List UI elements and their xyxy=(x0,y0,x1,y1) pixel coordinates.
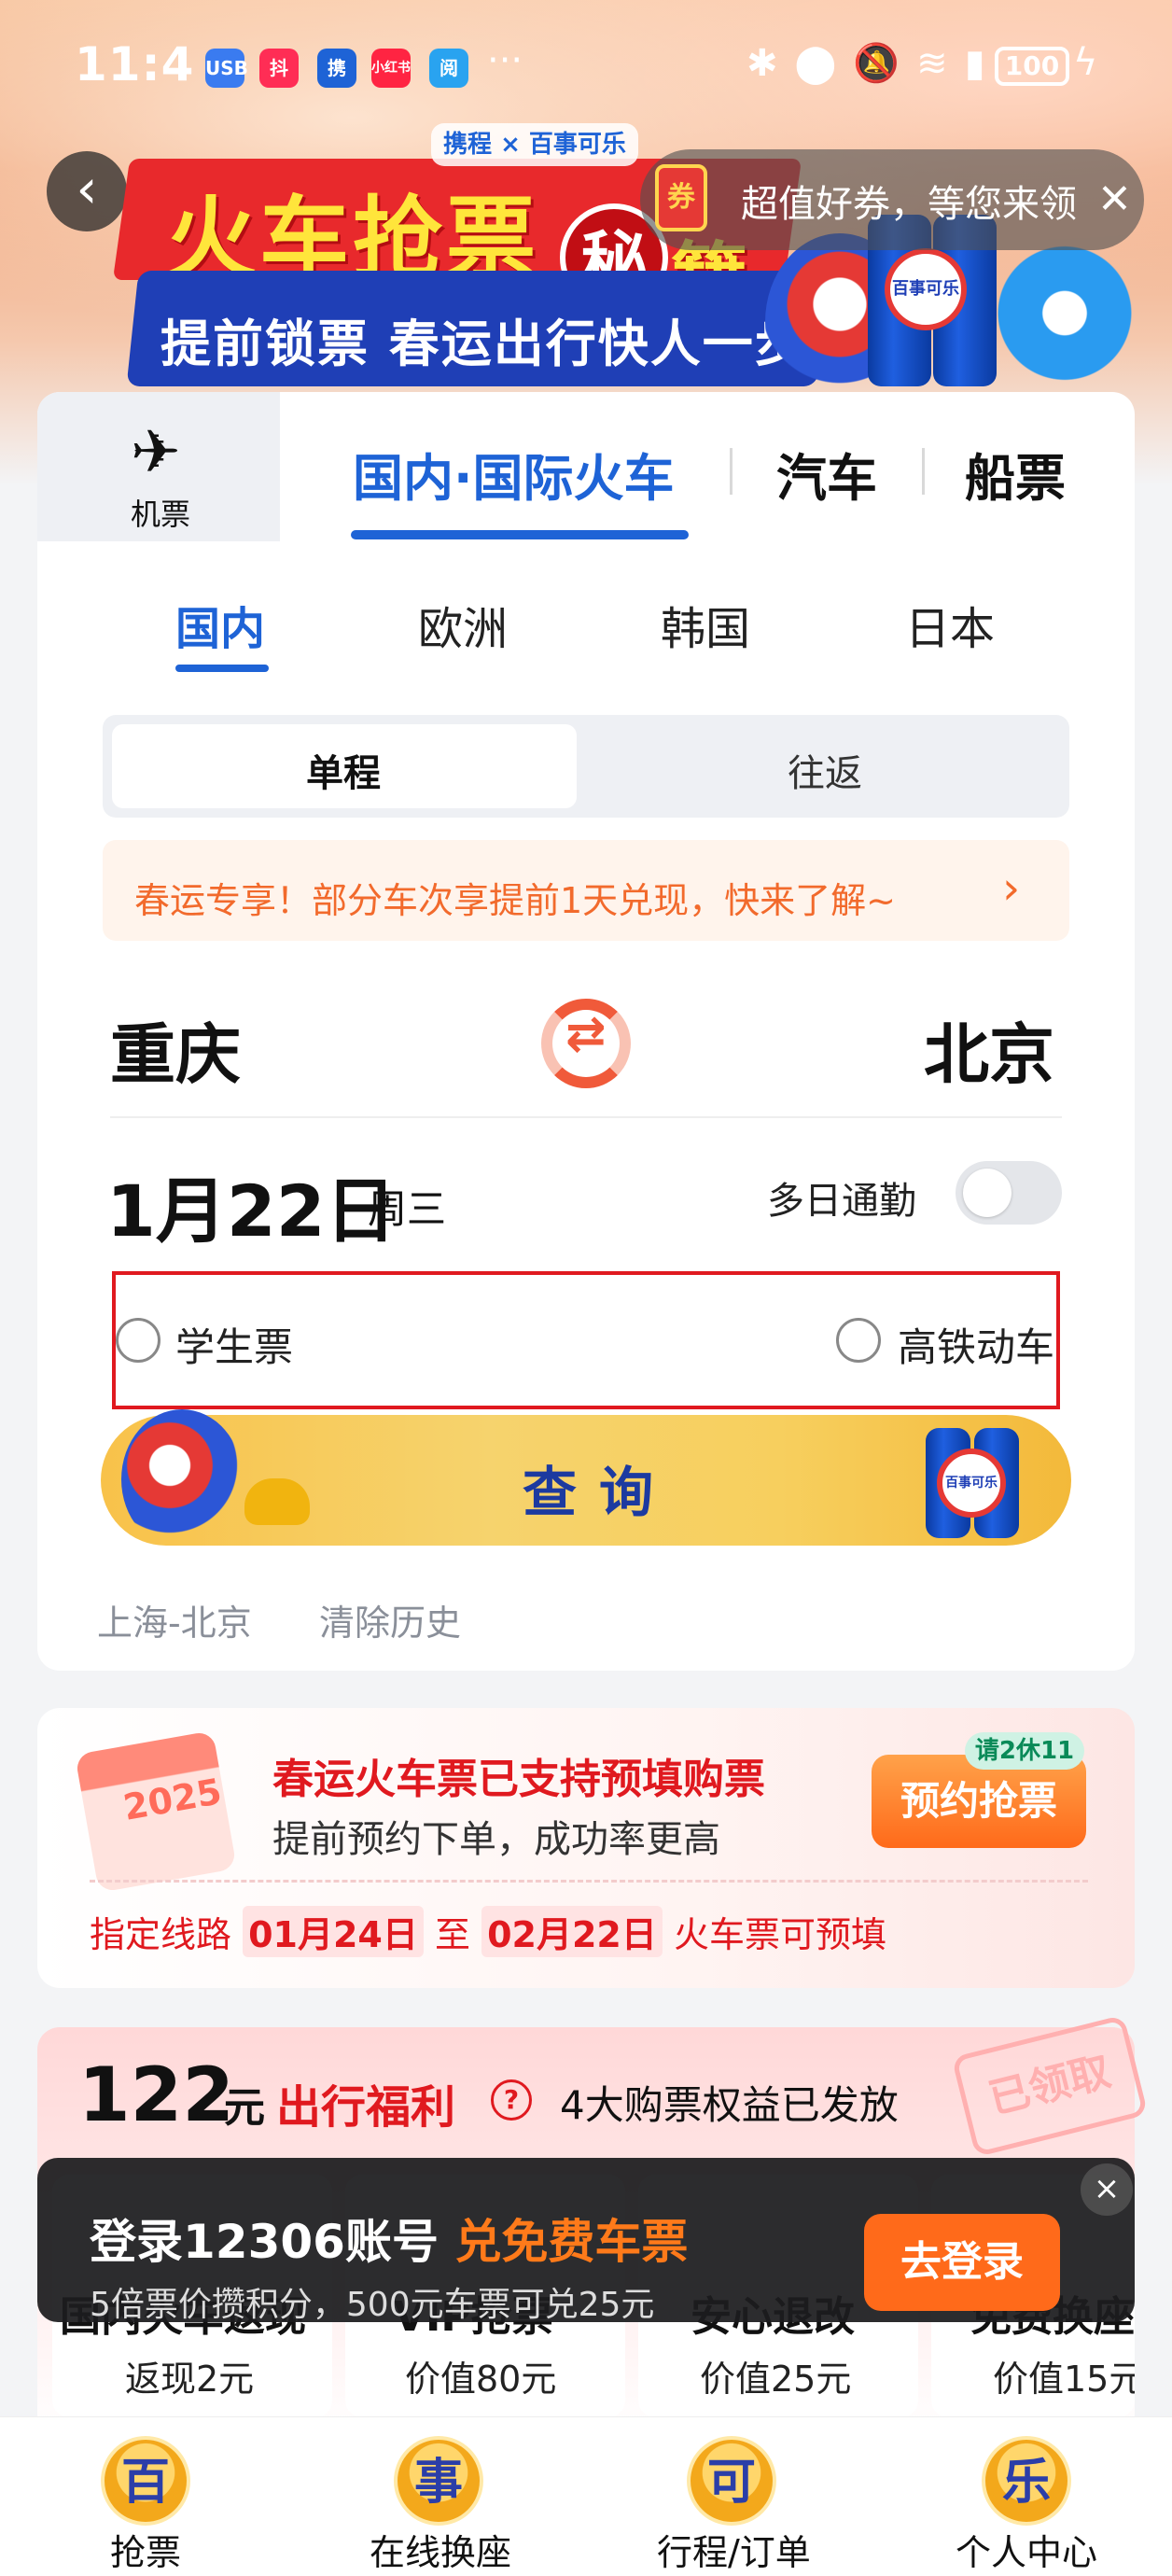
chevron-left-icon: ‹ xyxy=(76,157,98,220)
tab-divider xyxy=(730,448,732,495)
location-icon: ⬤ xyxy=(794,42,854,85)
student-ticket-radio[interactable] xyxy=(116,1318,160,1363)
gold-ingot-image xyxy=(244,1478,310,1525)
close-icon[interactable]: ✕ xyxy=(1097,175,1132,223)
prebook-subtitle: 提前预约下单，成功率更高 xyxy=(272,1818,720,1861)
tab-flight-label: 机票 xyxy=(131,497,191,532)
toggle-knob xyxy=(963,1169,1012,1217)
reader-notification-icon: 阅 xyxy=(429,49,468,88)
prebook-title-rest: 已支持预填购票 xyxy=(478,1756,765,1803)
region-tab-domestic[interactable]: 国内 xyxy=(175,592,265,657)
trip-one-way-option[interactable]: 单程 xyxy=(306,743,381,797)
date-to: 02月22日 xyxy=(481,1906,663,1957)
route-prefix: 指定线路 xyxy=(90,1914,232,1955)
history-item[interactable]: 上海-北京 xyxy=(97,1594,252,1645)
trip-round-trip-option[interactable]: 往返 xyxy=(788,743,862,797)
region-tab-underline xyxy=(175,665,269,672)
benefit-title: 出行福利 xyxy=(276,2081,456,2134)
tab-train[interactable]: 国内·国际火车 xyxy=(353,437,675,511)
bluetooth-icon: ✱ xyxy=(746,42,795,85)
lion-mascot-image xyxy=(121,1409,243,1549)
grab-ticket-icon[interactable]: 百 xyxy=(101,2436,190,2526)
departure-date[interactable]: 1月22日 xyxy=(106,1154,397,1256)
benefit-amount: 122 xyxy=(78,2051,234,2138)
region-tab-europe[interactable]: 欧洲 xyxy=(418,592,508,657)
departure-weekday: 周三 xyxy=(368,1186,447,1232)
search-button-label: 查询 xyxy=(523,1461,677,1524)
help-icon[interactable]: ? xyxy=(491,2079,532,2121)
student-ticket-label[interactable]: 学生票 xyxy=(175,1316,293,1373)
brand-logo: 携程 × 百事可乐 xyxy=(431,123,638,166)
login-button[interactable]: 去登录 xyxy=(864,2214,1060,2311)
high-speed-label[interactable]: 高铁动车 xyxy=(898,1316,1054,1373)
xiaohongshu-notification-icon: 小红书 xyxy=(371,49,411,88)
usb-icon: USB xyxy=(205,49,248,88)
nav-item-profile[interactable]: 个人中心 xyxy=(956,2524,1097,2575)
toast-title-main: 登录12306账号 xyxy=(90,2215,439,2269)
charging-icon: ϟ xyxy=(1073,41,1098,84)
prebook-title: 春运火车票已支持预填购票 xyxy=(272,1745,765,1805)
region-tab-korea[interactable]: 韩国 xyxy=(661,592,750,657)
nav-item-seat-change[interactable]: 在线换座 xyxy=(370,2524,511,2575)
more-notifications-icon: ··· xyxy=(487,39,523,82)
benefit-value: 价值15元 xyxy=(993,2359,1135,2400)
tab-divider xyxy=(922,448,925,495)
benefit-desc: 4大购票权益已发放 xyxy=(560,2082,899,2128)
tab-bus[interactable]: 汽车 xyxy=(776,437,877,511)
route-suffix: 火车票可预填 xyxy=(673,1914,886,1955)
date-from: 01月24日 xyxy=(243,1906,424,1957)
holiday-badge: 请2休11 xyxy=(965,1732,1084,1770)
region-tab-japan[interactable]: 日本 xyxy=(905,592,995,657)
coupon-text: 超值好券，等您来领 xyxy=(741,183,1077,226)
seat-change-icon[interactable]: 事 xyxy=(394,2436,483,2526)
pepsi-logo: 百事可乐 xyxy=(885,248,967,330)
benefit-value: 返现2元 xyxy=(125,2359,255,2400)
arrival-city[interactable]: 北京 xyxy=(924,1002,1054,1097)
app-notification-icon: 抖 xyxy=(259,49,299,88)
orders-icon[interactable]: 可 xyxy=(687,2436,776,2526)
benefit-unit: 元 xyxy=(224,2084,265,2132)
nav-item-orders[interactable]: 行程/订单 xyxy=(657,2524,811,2575)
divider xyxy=(90,1880,1088,1883)
toast-subtitle: 5倍票价攒积分，500元车票可兑25元 xyxy=(90,2286,655,2324)
profile-icon[interactable]: 乐 xyxy=(982,2436,1071,2526)
benefit-value: 价值80元 xyxy=(405,2359,557,2400)
to-word: 至 xyxy=(434,1914,470,1955)
high-speed-radio[interactable] xyxy=(836,1318,881,1363)
status-icons: ✱⬤🔕≋▮ xyxy=(746,41,1002,85)
promo-text: 春运专享！部分车次享提前1天兑现，快来了解~ xyxy=(134,880,897,921)
chevron-right-icon: › xyxy=(1002,862,1021,915)
status-time: 11:4 xyxy=(75,37,195,91)
dolphin-mascot-image xyxy=(995,233,1135,411)
tab-ship[interactable]: 船票 xyxy=(965,437,1066,511)
back-button[interactable]: ‹ xyxy=(47,151,127,231)
coupon-icon: 券 xyxy=(655,164,707,231)
mute-icon: 🔕 xyxy=(853,42,917,85)
benefit-value: 价值25元 xyxy=(700,2359,852,2400)
airplane-icon: ✈ xyxy=(131,418,181,487)
prebook-route-note: 指定线路 01月24日 至 02月22日 火车票可预填 xyxy=(90,1906,886,1957)
pepsi-logo: 百事可乐 xyxy=(937,1449,1006,1518)
nav-item-grab-ticket[interactable]: 抢票 xyxy=(110,2524,181,2575)
departure-city[interactable]: 重庆 xyxy=(110,1002,241,1097)
commute-label: 多日通勤 xyxy=(767,1180,916,1223)
battery-icon: 100 xyxy=(995,47,1069,86)
ctrip-notification-icon: 携 xyxy=(317,49,356,88)
clear-history-link[interactable]: 清除历史 xyxy=(319,1594,461,1645)
close-icon[interactable]: × xyxy=(1081,2163,1133,2216)
prebook-title-red: 春运火车票 xyxy=(272,1756,478,1803)
toast-title: 登录12306账号 兑免费车票 xyxy=(90,2205,688,2272)
wifi-icon: ≋ xyxy=(916,42,965,85)
toast-title-highlight: 兑免费车票 xyxy=(454,2215,689,2269)
tab-train-underline xyxy=(351,530,689,539)
swap-icon: ⇄ xyxy=(565,1006,607,1062)
banner-subtitle: 提前锁票 春运出行快人一步 xyxy=(160,315,807,373)
divider xyxy=(110,1116,1062,1118)
